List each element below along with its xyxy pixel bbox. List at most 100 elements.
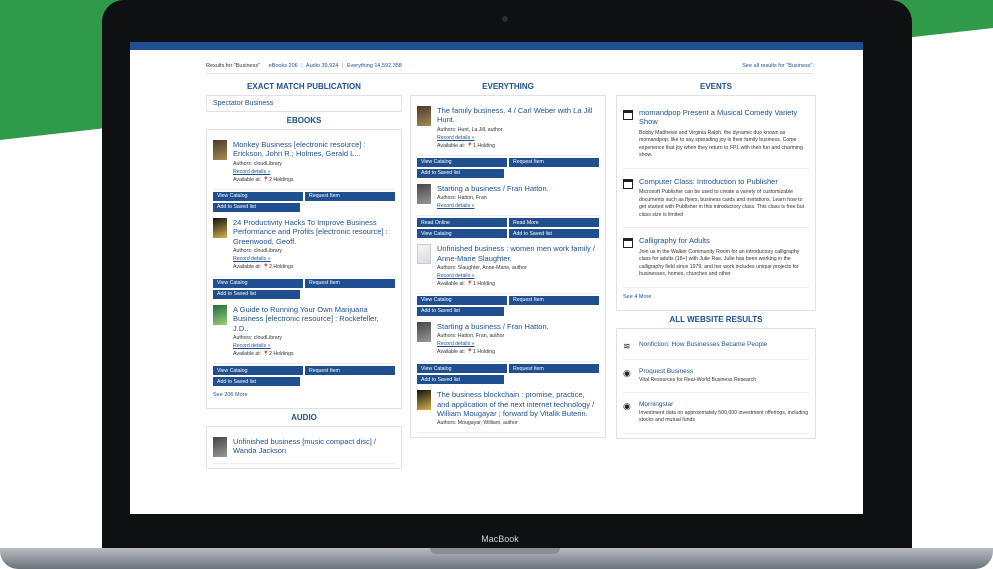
database-icon: ◉ <box>623 401 631 412</box>
view-catalog-button[interactable]: View Catalog <box>213 366 303 375</box>
request-item-button[interactable]: Request Item <box>509 364 599 374</box>
item-availability: Available at: 📍2 Holdings <box>233 176 294 183</box>
book-cover[interactable] <box>417 106 431 126</box>
add-to-saved-list-button[interactable]: Add to Saved list <box>509 229 599 239</box>
item-title-link[interactable]: Monkey Business [electronic resource] : … <box>233 140 395 159</box>
add-to-saved-list-button[interactable]: Add to Saved list <box>417 375 505 385</box>
results-query-label: Results for "Business" <box>206 62 261 69</box>
event-description: Microsoft Publisher can be used to creat… <box>639 189 805 218</box>
book-cover[interactable] <box>213 140 227 160</box>
book-cover[interactable] <box>213 304 227 325</box>
web-result-link[interactable]: Proquest Business <box>639 368 756 375</box>
item-availability: Available at: 📍1 Holding <box>437 349 495 356</box>
view-catalog-button[interactable]: View Catalog <box>213 191 303 201</box>
item-title-link[interactable]: Starting a business / Fran Hatton. <box>437 322 599 331</box>
record-details-link[interactable]: Record details » <box>233 169 271 175</box>
item-authors: Authors: cloudLibrary <box>233 335 283 341</box>
request-item-button[interactable]: Request Item <box>305 366 395 375</box>
chip-ebooks[interactable]: eBooks 206 <box>269 63 298 69</box>
list-item: The business blockchain : promise, pract… <box>417 384 599 434</box>
list-item: 24 Productivity Hacks To Improve Busines… <box>213 212 395 277</box>
item-authors: Authors: Hatton, Fran <box>437 195 487 202</box>
results-summary-bar: Results for "Business" eBooks 206 | Audi… <box>206 58 814 74</box>
chip-everything[interactable]: Everything 14,592,358 <box>347 63 402 69</box>
event-title-link[interactable]: Calligraphy for Adults <box>639 236 809 245</box>
add-to-saved-list-button[interactable]: Add to Saved list <box>213 377 301 386</box>
item-title-link[interactable]: The business blockchain : promise, pract… <box>437 390 599 418</box>
web-result-item: ≋ Nonfiction: How Businesses Became Peop… <box>623 333 809 360</box>
scene: Results for "Business" eBooks 206 | Audi… <box>0 0 993 569</box>
event-item: momandpop Present a Musical Comedy Varie… <box>623 100 809 169</box>
item-authors: Authors: Slaughter, Anne-Marie, author <box>437 264 527 271</box>
list-item: Starting a business / Fran Hatton. Autho… <box>417 316 599 363</box>
web-result-item: ◉ Proquest Business Vital Resources for … <box>623 360 809 394</box>
chip-audio[interactable]: Audio 39,924 <box>306 63 338 69</box>
laptop-notch <box>430 548 560 554</box>
item-availability: Available at: 📍2 Holdings <box>233 263 294 270</box>
record-details-link[interactable]: Record details » <box>233 256 271 262</box>
item-title-link[interactable]: The family business. 4 / Carl Weber with… <box>437 106 599 125</box>
view-catalog-button[interactable]: View Catalog <box>417 295 507 305</box>
event-title-link[interactable]: Computer Class: Introduction to Publishe… <box>639 177 809 186</box>
book-cover[interactable] <box>213 217 227 238</box>
record-details-link[interactable]: Record details » <box>437 203 475 209</box>
event-item: Calligraphy for Adults Join us in the Wa… <box>623 228 809 288</box>
everything-heading: EVERYTHING <box>482 82 534 91</box>
read-more-button[interactable]: Read More <box>509 218 599 228</box>
see-all-results-link[interactable]: See all results for "Business". <box>742 63 814 69</box>
view-catalog-button[interactable]: View Catalog <box>213 278 303 288</box>
ebooks-heading: EBOOKS <box>286 116 322 125</box>
see-more-ebooks-link[interactable]: See 206 More <box>213 386 395 404</box>
item-title-link[interactable]: 24 Productivity Hacks To Improve Busines… <box>233 218 395 246</box>
request-item-button[interactable]: Request Item <box>305 278 395 288</box>
calendar-icon <box>623 238 633 249</box>
list-item: Monkey Business [electronic resource] : … <box>213 134 395 190</box>
item-authors: Authors: Hunt, La Jill, author <box>437 126 503 133</box>
add-to-saved-list-button[interactable]: Add to Saved list <box>417 306 505 316</box>
exact-match-heading: EXACT MATCH PUBLICATION <box>247 82 361 91</box>
web-result-link[interactable]: Nonfiction: How Businesses Became People <box>639 341 767 348</box>
middle-column: EVERYTHING The family business. 4 / Carl… <box>410 82 606 442</box>
list-item: Unfinished business : women men work fam… <box>417 238 599 294</box>
item-title-link[interactable]: Starting a business / Fran Hatton. <box>437 184 599 193</box>
list-item: Unfinished business [music compact disc]… <box>213 431 395 464</box>
event-title-link[interactable]: momandpop Present a Musical Comedy Varie… <box>639 108 809 127</box>
item-title-link[interactable]: A Guide to Running Your Own Marijuana Bu… <box>233 305 395 333</box>
event-item: Computer Class: Introduction to Publishe… <box>623 169 809 229</box>
item-authors: Authors: Hatton, Fran, author <box>437 333 505 340</box>
view-catalog-button[interactable]: View Catalog <box>417 157 507 167</box>
record-details-link[interactable]: Record details » <box>437 341 475 347</box>
book-cover[interactable] <box>417 321 431 342</box>
item-title-link[interactable]: Unfinished business : women men work fam… <box>437 244 599 263</box>
request-item-button[interactable]: Request Item <box>305 191 395 201</box>
record-details-link[interactable]: Record details » <box>437 273 475 279</box>
item-title-link[interactable]: Unfinished business [music compact disc]… <box>233 437 395 456</box>
album-cover[interactable] <box>213 437 227 457</box>
web-result-link[interactable]: Morningstar <box>639 401 809 408</box>
add-to-saved-list-button[interactable]: Add to Saved list <box>213 289 301 299</box>
left-column: EXACT MATCH PUBLICATION Spectator Busine… <box>206 82 402 473</box>
see-more-events-link[interactable]: See 4 More <box>623 288 809 306</box>
book-cover[interactable] <box>417 244 431 265</box>
record-details-link[interactable]: Record details » <box>437 135 475 141</box>
book-cover[interactable] <box>417 390 431 411</box>
view-catalog-button[interactable]: View Catalog <box>417 364 507 374</box>
add-to-saved-list-button[interactable]: Add to Saved list <box>213 202 301 212</box>
item-authors: Authors: cloudLibrary <box>233 160 283 167</box>
book-cover[interactable] <box>417 183 431 204</box>
audio-heading: AUDIO <box>291 413 317 422</box>
read-online-button[interactable]: Read Online <box>417 218 507 228</box>
exact-match-link[interactable]: Spectator Business <box>213 100 395 107</box>
item-availability: Available at: 📍1 Holding <box>437 142 495 149</box>
device-brand-label: MacBook <box>481 534 519 544</box>
database-icon: ◉ <box>623 367 631 378</box>
view-catalog-button[interactable]: View Catalog <box>417 229 507 239</box>
calendar-icon <box>623 178 633 189</box>
request-item-button[interactable]: Request Item <box>509 157 599 167</box>
calendar-icon <box>623 110 633 120</box>
add-to-saved-list-button[interactable]: Add to Saved list <box>417 168 505 178</box>
record-details-link[interactable]: Record details » <box>233 343 271 349</box>
request-item-button[interactable]: Request Item <box>509 295 599 305</box>
events-heading: EVENTS <box>699 82 732 91</box>
website-results-panel: ≋ Nonfiction: How Businesses Became Peop… <box>616 327 816 439</box>
